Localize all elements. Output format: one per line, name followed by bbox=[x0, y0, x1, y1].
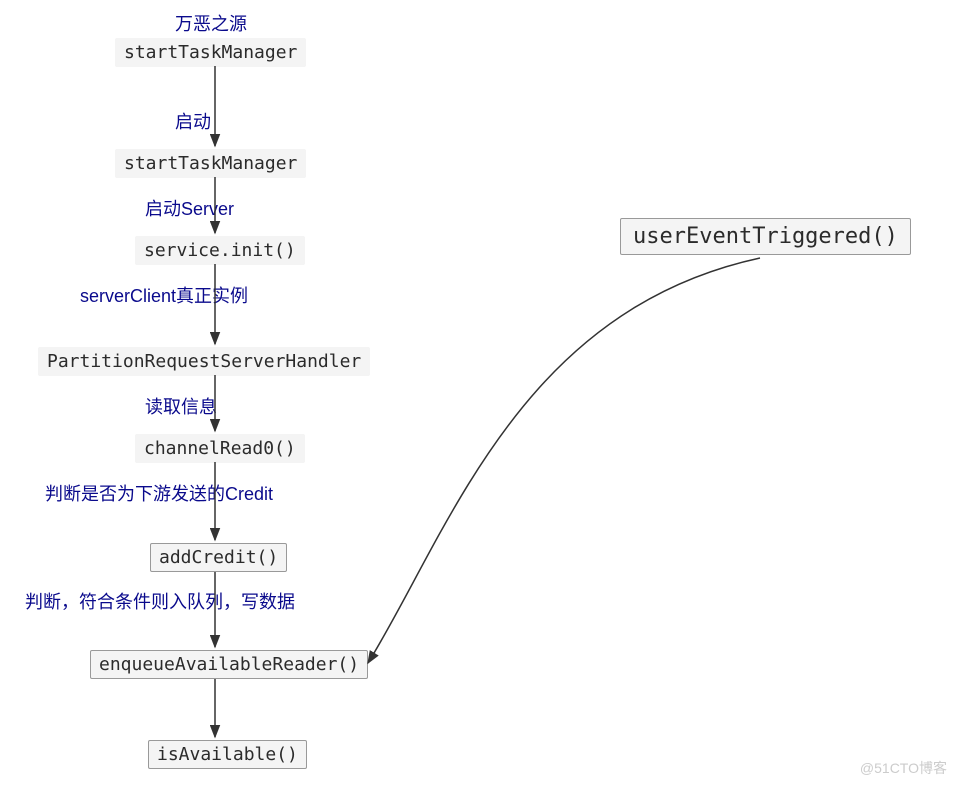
watermark: @51CTO博客 bbox=[860, 758, 947, 778]
node-service-init: service.init() bbox=[135, 236, 305, 265]
node-partition-request-server-handler: PartitionRequestServerHandler bbox=[38, 347, 370, 376]
label-read-info: 读取信息 bbox=[145, 393, 217, 419]
node-channel-read: channelRead0() bbox=[135, 434, 305, 463]
node-is-available: isAvailable() bbox=[148, 740, 307, 769]
node-start-task-manager-1: startTaskManager bbox=[115, 38, 306, 67]
node-add-credit: addCredit() bbox=[150, 543, 287, 572]
label-server-client-instance: serverClient真正实例 bbox=[80, 282, 248, 308]
node-user-event-triggered: userEventTriggered() bbox=[620, 218, 911, 255]
label-start: 启动 bbox=[175, 108, 211, 134]
label-start-server: 启动Server bbox=[145, 195, 234, 221]
node-start-task-manager-2: startTaskManager bbox=[115, 149, 306, 178]
arrow-n9-n7 bbox=[368, 258, 760, 663]
label-enqueue-condition: 判断，符合条件则入队列，写数据 bbox=[25, 588, 295, 614]
label-credit-check: 判断是否为下游发送的Credit bbox=[45, 480, 273, 506]
node-enqueue-available-reader: enqueueAvailableReader() bbox=[90, 650, 368, 679]
label-source-of-evil: 万恶之源 bbox=[175, 10, 247, 36]
